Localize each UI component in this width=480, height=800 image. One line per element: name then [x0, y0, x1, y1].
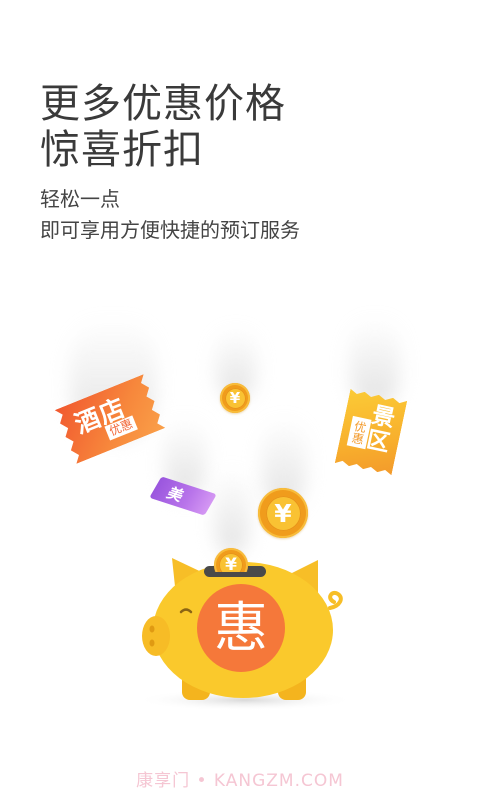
coin-entering-slot: ¥	[214, 546, 248, 572]
piggy-bank-icon	[135, 558, 355, 711]
piggy-nostril	[149, 639, 155, 647]
yuan-coin-icon: ¥	[214, 548, 248, 572]
discount-badge: 惠	[197, 584, 285, 672]
piggy-tail	[328, 591, 343, 610]
onboarding-screen: 更多优惠价格 惊喜折扣 轻松一点 即可享用方便快捷的预订服务 酒店 优惠 景区 …	[0, 0, 480, 800]
coin-symbol: ¥	[225, 555, 237, 572]
piggy-nostril	[149, 625, 155, 633]
piggy-snout	[142, 616, 170, 656]
